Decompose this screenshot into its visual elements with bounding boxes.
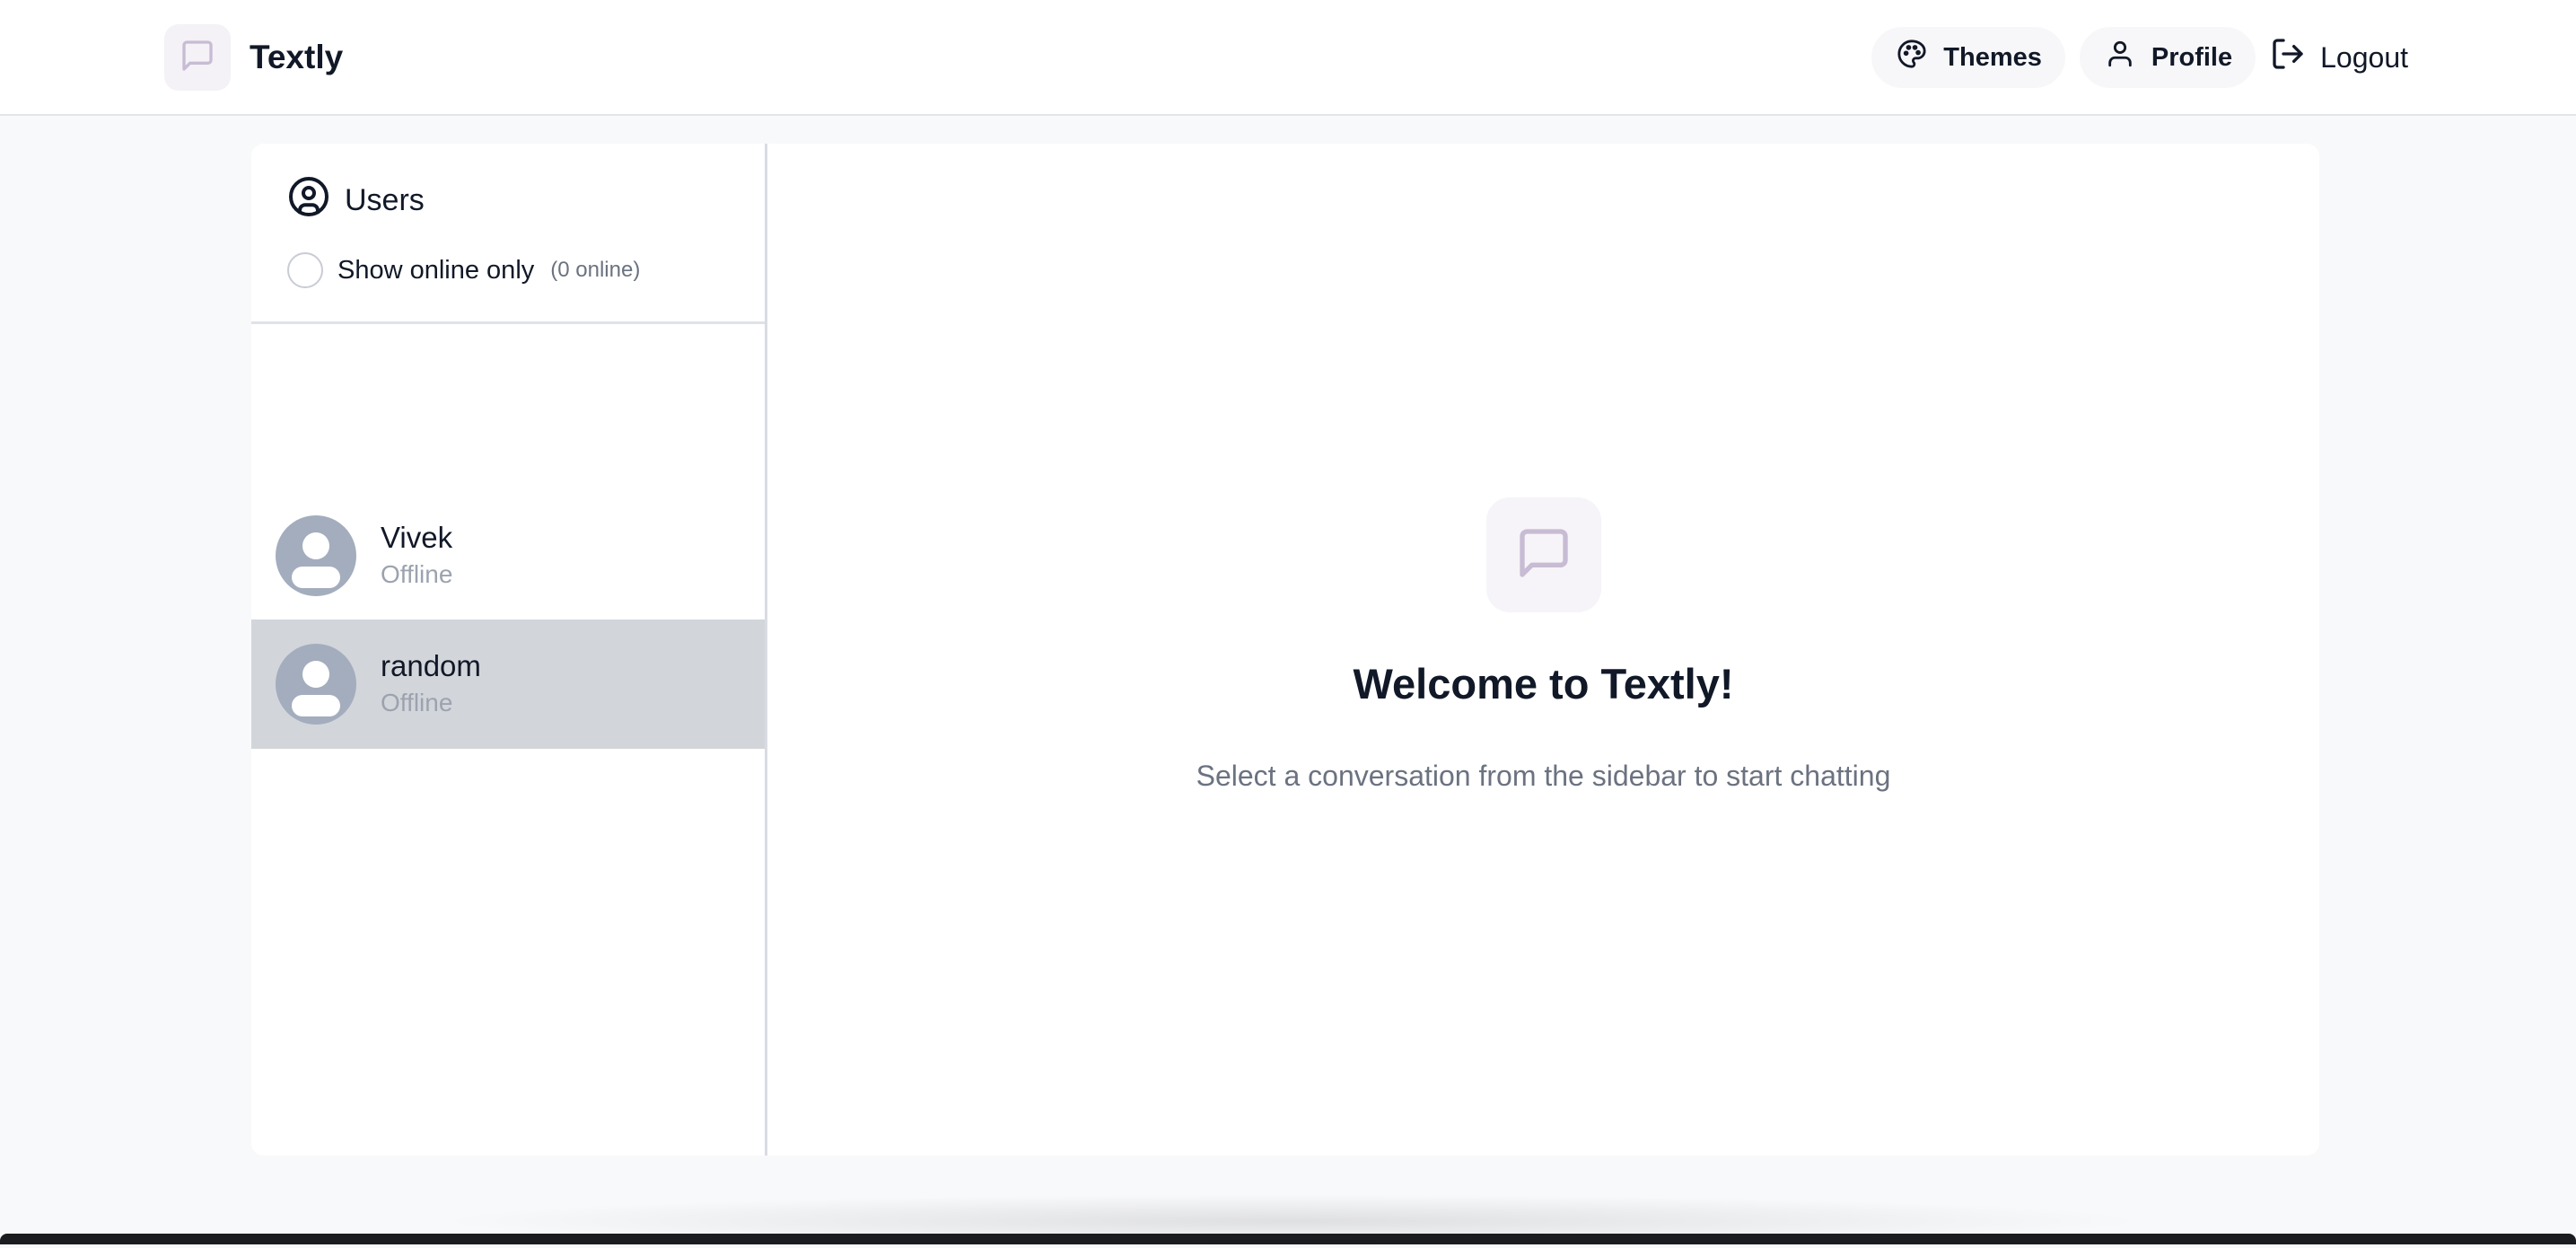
user-text: random Offline [381,647,481,721]
brand-logo [164,24,231,91]
nav-actions: Themes Profile Logout [1857,27,2408,88]
user-name: random [381,649,481,682]
user-status: Offline [381,689,453,716]
message-square-icon [180,38,215,78]
user-name: Vivek [381,521,453,554]
user-text: Vivek Offline [381,519,452,593]
user-icon [2105,39,2135,76]
app-name: Textly [250,39,344,75]
user-status: Offline [381,560,453,588]
logout-label: Logout [2320,40,2408,74]
themes-label: Themes [1943,42,2042,72]
user-item-vivek[interactable]: Vivek Offline [251,491,765,620]
welcome-icon-box [1486,497,1601,612]
themes-button[interactable]: Themes [1871,27,2065,88]
sidebar: Users Show online only (0 online) Vivek … [251,144,767,1156]
brand-link[interactable]: Textly [164,24,343,91]
avatar [276,515,356,596]
palette-icon [1897,39,1927,76]
chat-container: Users Show online only (0 online) Vivek … [251,144,2319,1156]
logout-icon [2270,36,2306,79]
profile-label: Profile [2151,42,2233,72]
logout-button[interactable]: Logout [2270,27,2408,88]
avatar [276,644,356,725]
chat-main: Welcome to Textly! Select a conversation… [767,144,2319,1156]
user-item-random[interactable]: random Offline [251,620,765,749]
welcome-subtitle: Select a conversation from the sidebar t… [1196,760,1891,792]
profile-button[interactable]: Profile [2079,27,2256,88]
message-square-icon [1515,524,1573,586]
welcome-title: Welcome to Textly! [1353,660,1734,707]
navbar: Textly Themes Profile Logout [0,0,2576,116]
screen-bottom-edge [0,1234,2576,1244]
